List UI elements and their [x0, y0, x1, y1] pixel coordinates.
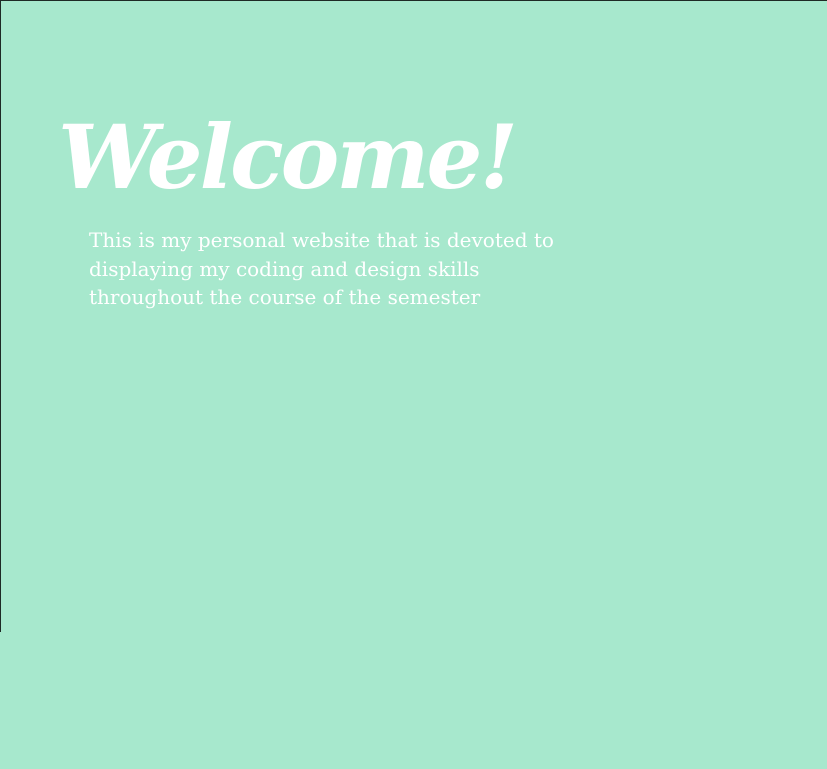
- hero-section: Welcome! This is my personal website tha…: [58, 98, 618, 312]
- intro-paragraph: This is my personal website that is devo…: [89, 228, 554, 309]
- frame-border-top: [0, 0, 827, 1]
- welcome-heading: Welcome!: [58, 105, 518, 209]
- page: Welcome! This is my personal website tha…: [0, 0, 827, 769]
- frame-border-left: [0, 0, 1, 632]
